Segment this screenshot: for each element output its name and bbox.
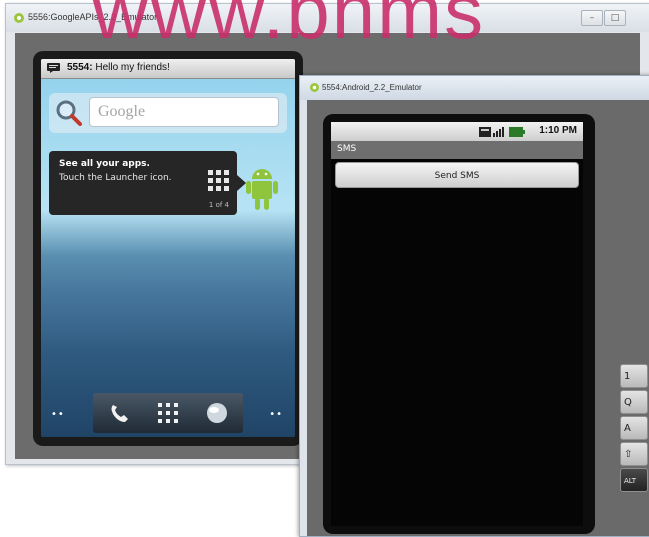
apps-grid-icon[interactable]: [154, 399, 182, 427]
clock: 1:10 PM: [539, 125, 577, 136]
signal-icon: [479, 127, 504, 137]
google-search-widget[interactable]: Google: [49, 93, 287, 133]
status-icons: [479, 127, 525, 137]
sms-notification-icon: [47, 63, 60, 73]
emulator-window-5554: 5554:Android_2.2_Emulator 1:10 PM SMS Se…: [299, 75, 649, 537]
phone-frame: 1:10 PM SMS Send SMS: [323, 114, 595, 534]
app-titlebar: SMS: [331, 141, 583, 159]
page-indicator-left[interactable]: ••: [51, 409, 65, 420]
key-q[interactable]: Q: [620, 390, 648, 414]
dock-bar: [93, 393, 243, 433]
phone-icon[interactable]: [105, 399, 133, 427]
battery-icon: [509, 127, 525, 137]
launcher-grid-icon: [208, 170, 229, 191]
tip-title: See all your apps.: [59, 159, 150, 169]
maximize-button[interactable]: □: [604, 10, 626, 26]
search-input[interactable]: Google: [89, 97, 279, 127]
key-shift[interactable]: ⇧: [620, 442, 648, 466]
app-screen: 1:10 PM SMS Send SMS: [331, 122, 583, 526]
notification-bar[interactable]: 5554: Hello my friends!: [41, 59, 295, 79]
android-emulator-icon: [14, 13, 24, 23]
android-robot-icon[interactable]: [243, 163, 281, 213]
minimize-button[interactable]: –: [581, 10, 603, 26]
key-alt[interactable]: ALT: [620, 468, 648, 492]
page-indicator-right[interactable]: ••: [269, 409, 283, 420]
send-sms-button[interactable]: Send SMS: [335, 162, 579, 188]
app-title: SMS: [337, 144, 357, 154]
window-title: 5554:Android_2.2_Emulator: [322, 83, 422, 92]
home-dock: •• ••: [41, 389, 295, 437]
window-titlebar[interactable]: 5554:Android_2.2_Emulator: [300, 76, 649, 100]
notification-text: 5554: Hello my friends!: [67, 62, 170, 73]
key-1[interactable]: 1: [620, 364, 648, 388]
watermark: www.bhms: [92, 0, 486, 55]
emulator-body: 1:10 PM SMS Send SMS: [307, 100, 649, 536]
android-emulator-icon: [310, 83, 319, 92]
launcher-tip: See all your apps. Touch the Launcher ic…: [49, 151, 237, 215]
status-bar[interactable]: 1:10 PM: [331, 122, 583, 141]
browser-globe-icon[interactable]: [203, 399, 231, 427]
tip-text: Touch the Launcher icon.: [59, 173, 172, 183]
home-screen: 5554: Hello my friends! Google See all y…: [41, 59, 295, 437]
search-magnifier-icon[interactable]: [53, 98, 85, 128]
key-a[interactable]: A: [620, 416, 648, 440]
phone-frame: 5554: Hello my friends! Google See all y…: [33, 51, 303, 446]
tip-pager: 1 of 4: [208, 201, 229, 209]
